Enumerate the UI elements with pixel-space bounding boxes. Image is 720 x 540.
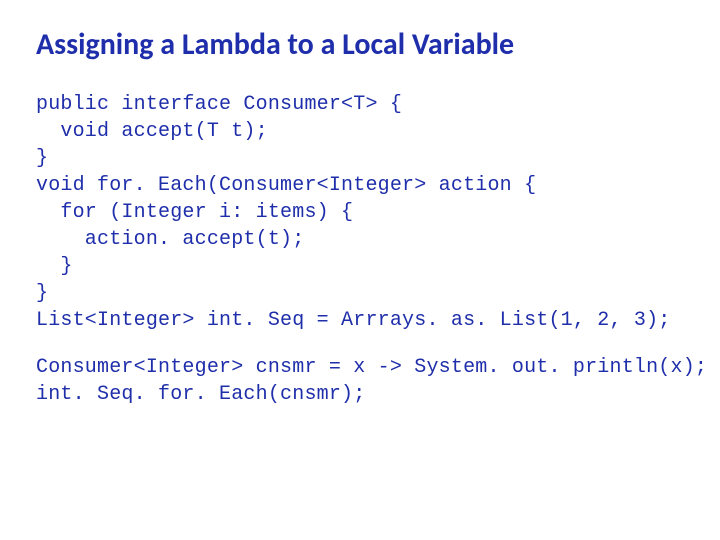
- code-block-1: public interface Consumer<T> { void acce…: [36, 91, 684, 334]
- slide-title: Assigning a Lambda to a Local Variable: [36, 28, 684, 63]
- slide: Assigning a Lambda to a Local Variable p…: [0, 0, 720, 540]
- code-block-2: Consumer<Integer> cnsmr = x -> System. o…: [36, 354, 684, 408]
- spacer: [36, 334, 684, 354]
